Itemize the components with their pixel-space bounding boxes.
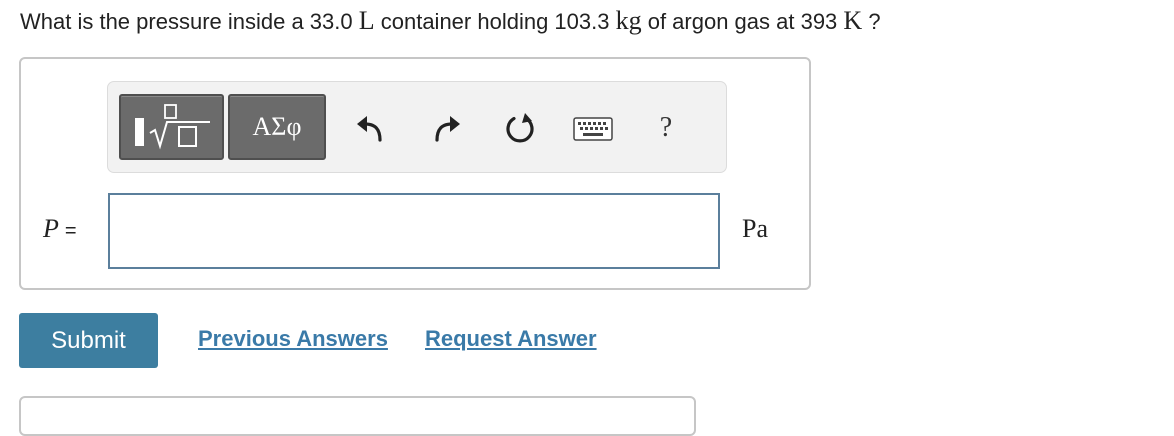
request-answer-link[interactable]: Request Answer <box>425 326 597 352</box>
mass-unit: kg <box>615 6 642 35</box>
submit-button[interactable]: Submit <box>19 313 158 368</box>
variable-label: P = <box>43 214 77 244</box>
variable-symbol: P <box>43 214 59 243</box>
help-button[interactable]: ? <box>654 108 678 143</box>
keyboard-icon[interactable] <box>573 117 613 141</box>
feedback-panel <box>19 396 696 436</box>
reset-icon[interactable] <box>503 112 537 146</box>
symbols-button[interactable]: ΑΣφ <box>228 94 326 160</box>
question-end: ? <box>862 9 881 34</box>
math-toolbar: ΑΣφ ? <box>107 81 727 173</box>
volume-unit: L <box>358 6 375 35</box>
answer-panel: ΑΣφ ? P = Pa <box>19 57 811 290</box>
temperature-unit: K <box>843 6 863 35</box>
templates-button[interactable] <box>119 94 224 160</box>
answer-input[interactable] <box>108 193 720 269</box>
equals-sign: = <box>64 220 77 242</box>
question-middle: container holding 103.3 <box>374 9 616 34</box>
question-suffix: of argon gas at 393 <box>641 9 844 34</box>
templates-icon <box>135 104 210 150</box>
redo-icon[interactable] <box>430 112 464 146</box>
unit-label: Pa <box>742 214 768 243</box>
undo-icon[interactable] <box>353 112 387 146</box>
question-text: What is the pressure inside a 33.0 L con… <box>20 5 881 38</box>
question-prefix: What is the pressure inside a 33.0 <box>20 9 359 34</box>
previous-answers-link[interactable]: Previous Answers <box>198 326 388 352</box>
